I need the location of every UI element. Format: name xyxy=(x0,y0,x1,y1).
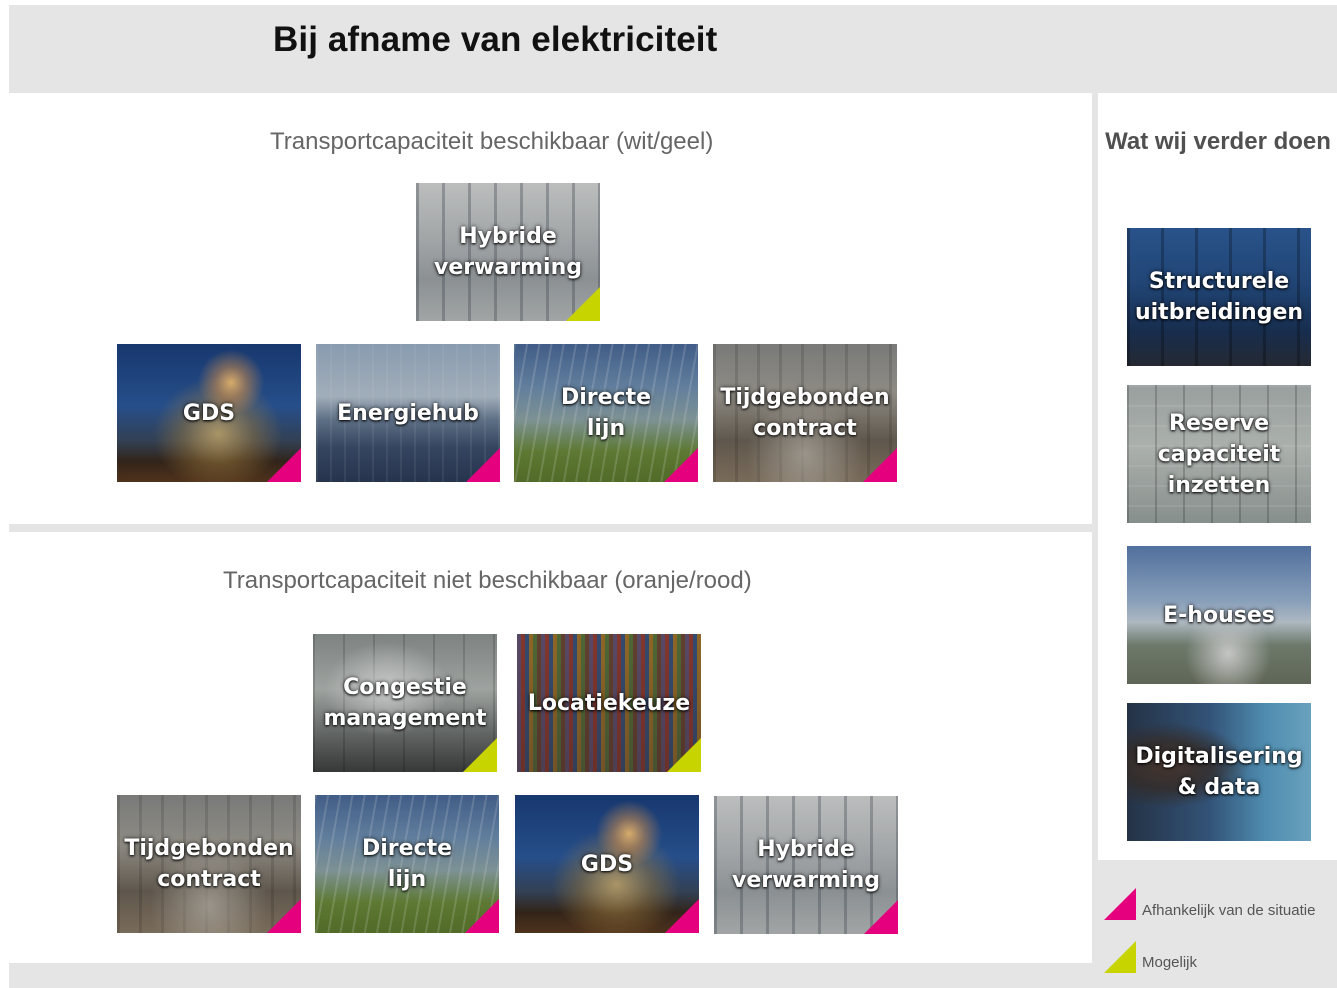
tile-label: E-houses xyxy=(1163,602,1275,628)
tile-label: Locatiekeuze xyxy=(527,690,691,716)
situational-marker xyxy=(465,899,499,933)
footer-band xyxy=(9,963,1092,988)
tile-label: Hybride verwarming xyxy=(731,837,880,893)
legend-situational-label: Afhankelijk van de situatie xyxy=(1142,902,1316,919)
panel-separator xyxy=(1092,93,1098,988)
situational-marker xyxy=(665,899,699,933)
situational-marker xyxy=(267,899,301,933)
tile-reserve-capaciteit[interactable]: Reserve capaciteit inzetten xyxy=(1127,385,1311,523)
tile-label: Structurele uitbreidingen xyxy=(1134,269,1304,325)
possible-marker xyxy=(463,738,497,772)
tile-tijdgebonden-contract[interactable]: Tijdgebonden contract xyxy=(117,795,301,933)
tile-hybride-verwarming[interactable]: Hybride verwarming xyxy=(714,796,898,934)
tile-label: GDS xyxy=(182,400,236,426)
tile-energiehub[interactable]: Energiehub xyxy=(316,344,500,482)
tile-hybride-verwarming[interactable]: Hybride verwarming xyxy=(416,183,600,321)
section-divider xyxy=(9,524,1092,532)
tile-label: GDS xyxy=(580,851,634,877)
legend-magenta-triangle-icon xyxy=(1104,888,1136,920)
situational-marker xyxy=(466,448,500,482)
tile-directe-lijn[interactable]: Directe lijn xyxy=(514,344,698,482)
page-title: Bij afname van elektriciteit xyxy=(273,20,718,59)
tile-label: Tijdgebonden contract xyxy=(124,836,294,892)
tile-tijdgebonden-contract[interactable]: Tijdgebonden contract xyxy=(713,344,897,482)
tile-gds[interactable]: GDS xyxy=(515,795,699,933)
possible-marker xyxy=(566,287,600,321)
tile-label: Digitalisering & data xyxy=(1135,744,1303,800)
sidebar-title: Wat wij verder doen xyxy=(1105,128,1331,155)
legend-possible-label: Mogelijk xyxy=(1142,954,1198,971)
tile-label: Directe lijn xyxy=(361,836,453,892)
tile-gds[interactable]: GDS xyxy=(117,344,301,482)
tile-directe-lijn[interactable]: Directe lijn xyxy=(315,795,499,933)
tile-label: Hybride verwarming xyxy=(433,224,582,280)
possible-marker xyxy=(667,738,701,772)
tile-label: Congestie management xyxy=(323,675,487,731)
situational-marker xyxy=(664,448,698,482)
legend-yellow-triangle-icon xyxy=(1104,941,1136,973)
section-heading-unavailable: Transportcapaciteit niet beschikbaar (or… xyxy=(223,567,752,594)
situational-marker xyxy=(864,900,898,934)
section-heading-available: Transportcapaciteit beschikbaar (wit/gee… xyxy=(270,128,714,155)
tile-digitalisering-data[interactable]: Digitalisering & data xyxy=(1127,703,1311,841)
tile-label: Energiehub xyxy=(337,400,479,426)
situational-marker xyxy=(267,448,301,482)
tile-locatiekeuze[interactable]: Locatiekeuze xyxy=(517,634,701,772)
tile-structurele-uitbreidingen[interactable]: Structurele uitbreidingen xyxy=(1127,228,1311,366)
tile-label: Directe lijn xyxy=(560,385,652,441)
situational-marker xyxy=(863,448,897,482)
tile-congestie-management[interactable]: Congestie management xyxy=(313,634,497,772)
tile-label: Reserve capaciteit inzetten xyxy=(1157,410,1281,498)
tile-e-houses[interactable]: E-houses xyxy=(1127,546,1311,684)
tile-label: Tijdgebonden contract xyxy=(720,385,890,441)
